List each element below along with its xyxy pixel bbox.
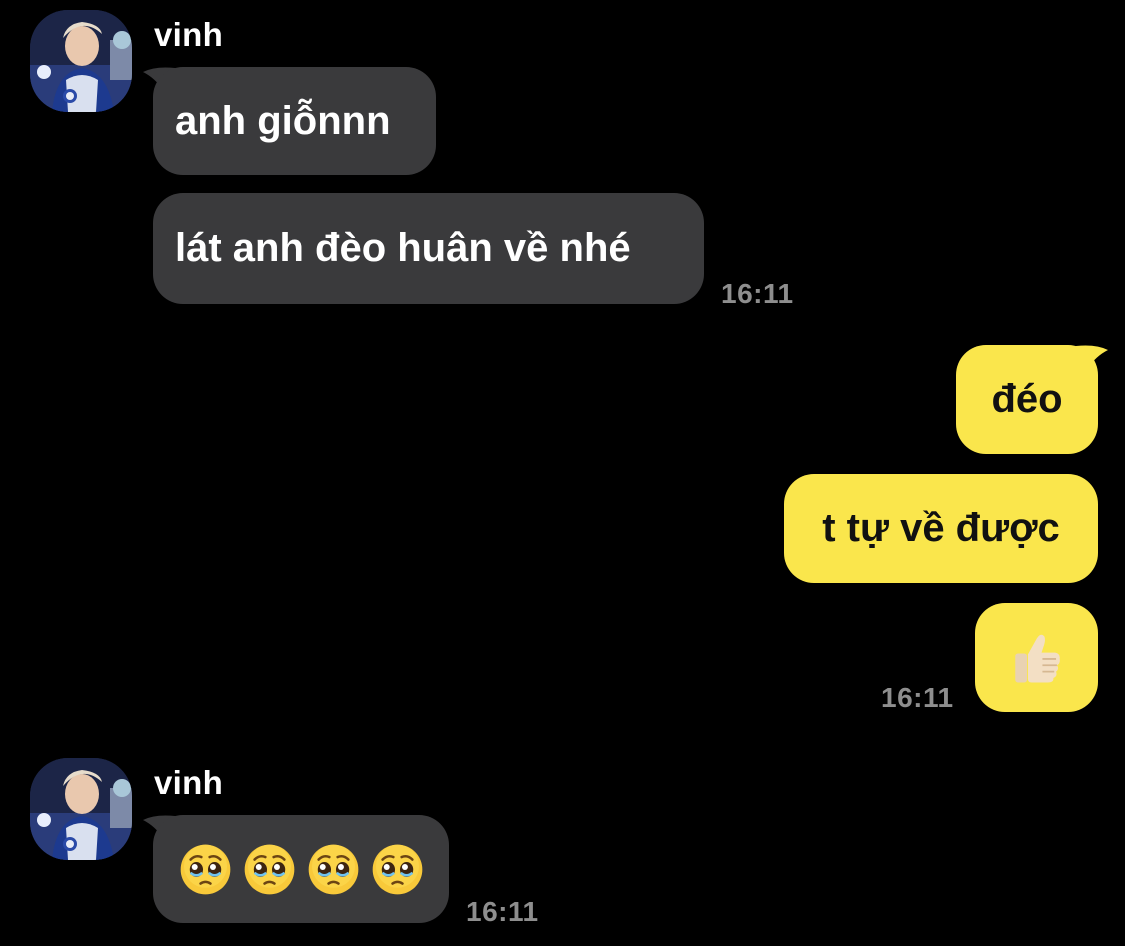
message-timestamp: 16:11 xyxy=(466,896,539,927)
avatar-vinh[interactable] xyxy=(30,758,132,860)
pleading-face-emoji-icon xyxy=(307,843,360,896)
message-bubble[interactable]: lát anh đèo huân về nhé xyxy=(153,193,704,304)
message-text: t tự về được xyxy=(822,506,1060,550)
message-bubble[interactable]: t tự về được xyxy=(784,474,1098,583)
message-bubble[interactable]: anh giỗnnn xyxy=(153,67,436,175)
message-timestamp: 16:11 xyxy=(881,682,954,713)
avatar-photo xyxy=(30,758,132,860)
pleading-face-emoji-icon xyxy=(371,843,424,896)
emoji-row xyxy=(179,843,424,896)
message-text: đéo xyxy=(991,377,1063,421)
message-bubble[interactable]: đéo xyxy=(956,345,1098,454)
sender-name: vinh xyxy=(154,16,224,53)
sender-name: vinh xyxy=(154,764,224,801)
message-text: anh giỗnnn xyxy=(175,98,391,143)
message-text: lát anh đèo huân về nhé xyxy=(175,226,631,270)
pleading-face-emoji-icon xyxy=(243,843,296,896)
message-bubble-emoji[interactable] xyxy=(153,815,449,923)
message-bubble-emoji[interactable] xyxy=(975,603,1098,712)
avatar-vinh[interactable] xyxy=(30,10,132,112)
message-timestamp: 16:11 xyxy=(721,278,794,309)
thumbs-up-emoji-icon xyxy=(1008,629,1066,687)
avatar-photo xyxy=(30,10,132,112)
pleading-face-emoji-icon xyxy=(179,843,232,896)
